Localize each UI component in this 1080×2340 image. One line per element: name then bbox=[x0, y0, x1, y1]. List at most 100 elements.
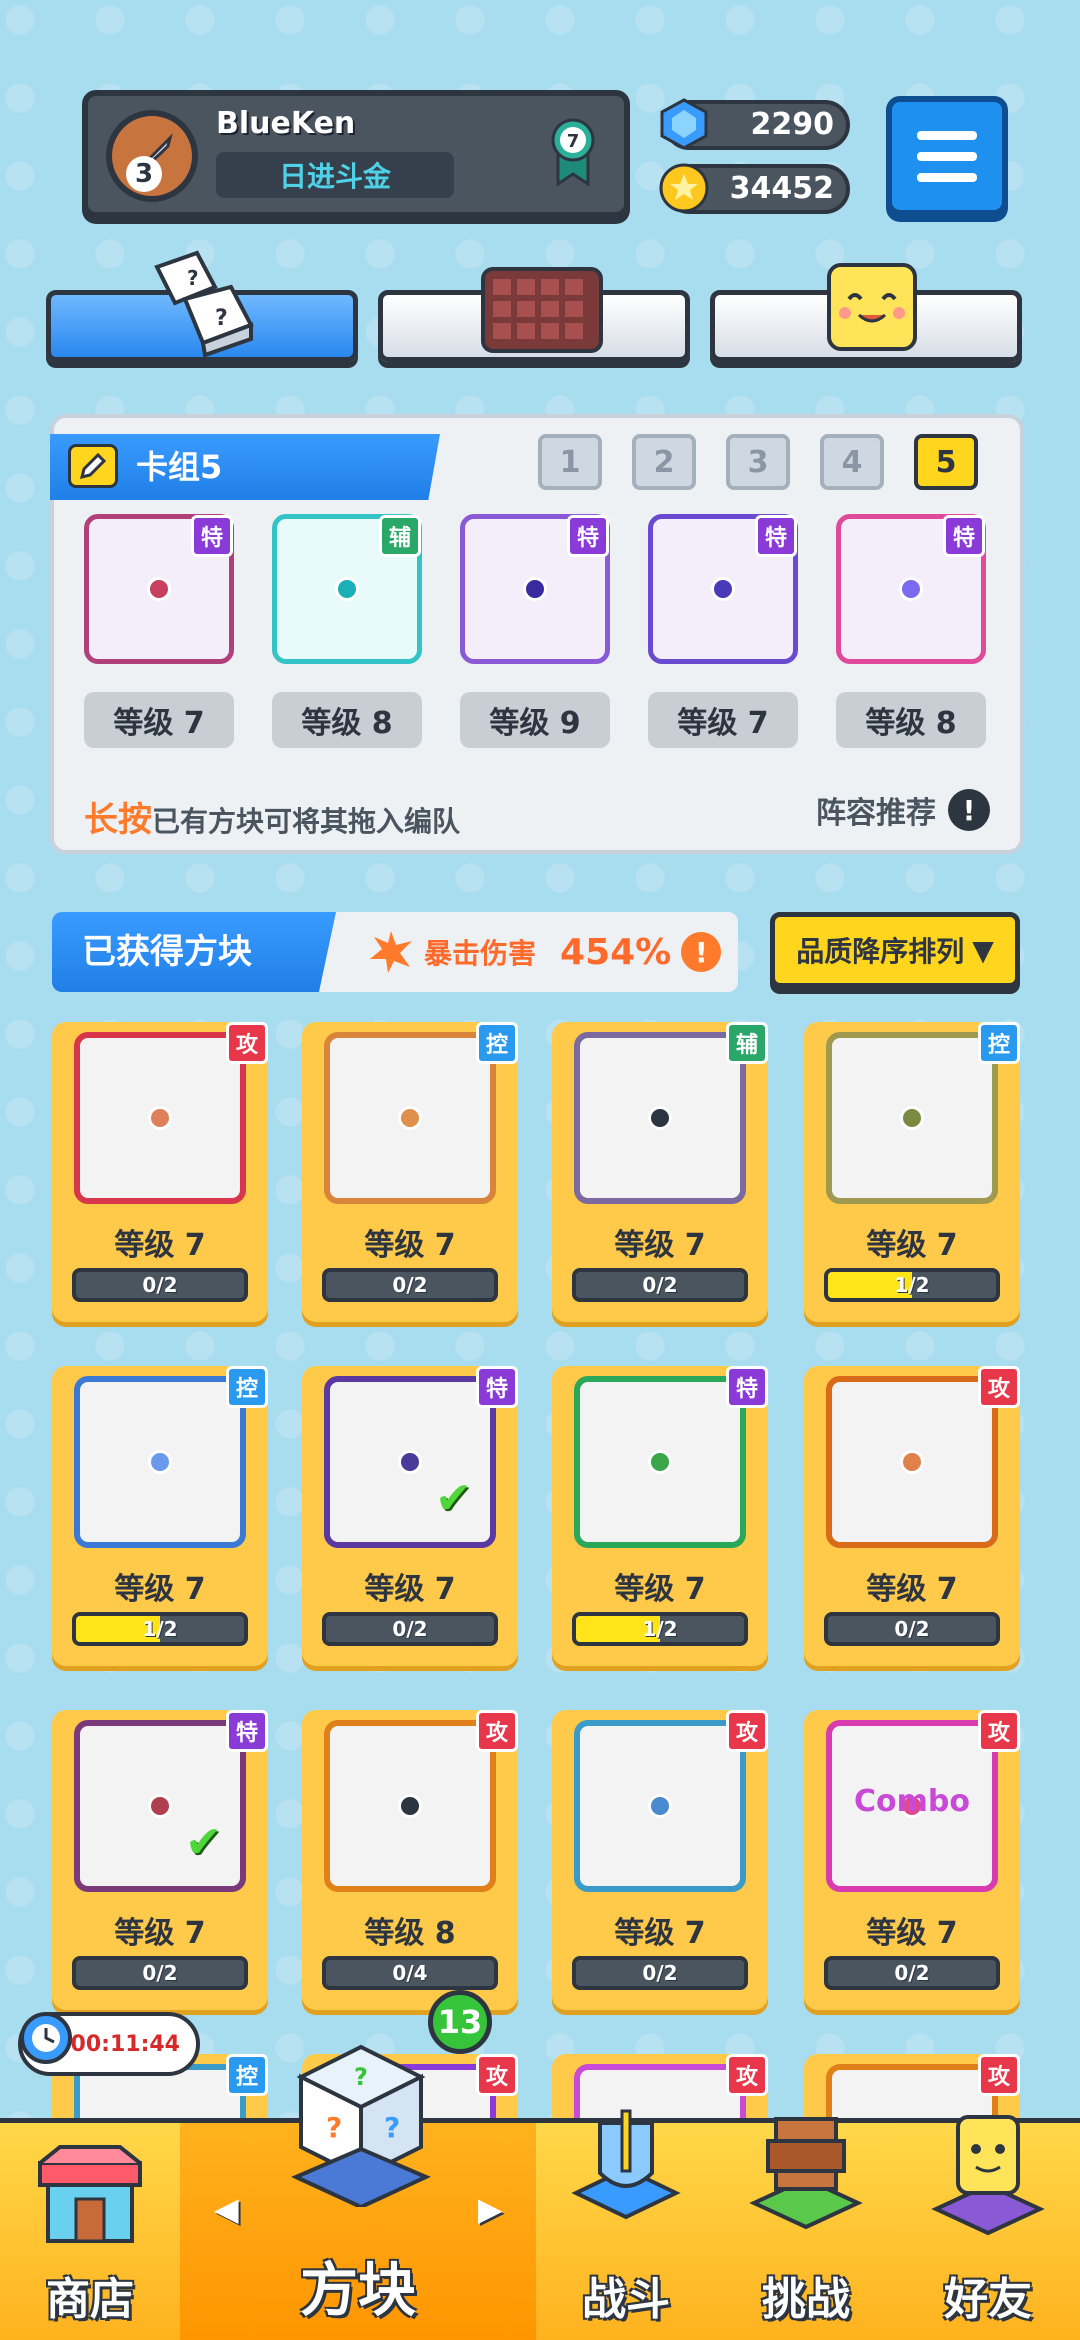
card-center-dot bbox=[148, 1106, 172, 1130]
block-card[interactable]: 攻等级 7 0/2 bbox=[552, 1710, 768, 2010]
deck-card-level: 等级 7 bbox=[648, 692, 798, 748]
nav-shop[interactable]: 商店 bbox=[0, 2123, 180, 2340]
block-card[interactable]: 控等级 7 1/2 bbox=[804, 1022, 1020, 1322]
block-card[interactable]: ✔ 特等级 7 0/2 bbox=[52, 1710, 268, 2010]
block-card-art bbox=[74, 1032, 246, 1204]
block-card-art bbox=[574, 1376, 746, 1548]
card-center-dot bbox=[147, 577, 171, 601]
tab-board[interactable] bbox=[378, 267, 690, 362]
deck-number-3[interactable]: 3 bbox=[726, 434, 790, 490]
tab-dice[interactable]: ? ? bbox=[46, 250, 358, 362]
gem-counter[interactable]: 2290 bbox=[660, 98, 850, 150]
deck-panel: 卡组5 1 2 3 4 5 特等级 7 辅等级 8 特等级 9 特等级 7 特等级 8 … bbox=[50, 414, 1024, 854]
nav-left-arrow-icon[interactable]: ◀ bbox=[214, 2190, 239, 2228]
nav-blocks-label: 方块 bbox=[299, 2256, 416, 2324]
coin-icon bbox=[659, 163, 709, 213]
card-center-dot bbox=[335, 577, 359, 601]
upgrade-progress-bar: 0/2 bbox=[824, 1612, 1000, 1646]
rank-ribbon-icon[interactable]: 7 bbox=[548, 116, 598, 186]
card-type-badge: 攻 bbox=[726, 1710, 768, 1752]
deck-card[interactable]: 特 bbox=[84, 514, 234, 664]
block-card-art bbox=[74, 1376, 246, 1548]
block-card-art bbox=[574, 1720, 746, 1892]
player-avatar[interactable]: 3 bbox=[106, 110, 198, 202]
block-card-art: ✔ bbox=[324, 1376, 496, 1548]
bottom-nav: 商店 ? ? ? 方块 战斗 挑战 好友 bbox=[0, 2044, 1080, 2340]
deck-card[interactable]: 特 bbox=[460, 514, 610, 664]
card-type-badge: 特 bbox=[567, 515, 609, 557]
upgrade-progress-bar: 0/2 bbox=[322, 1612, 498, 1646]
deck-number-2[interactable]: 2 bbox=[632, 434, 696, 490]
block-card-level: 等级 7 bbox=[364, 1572, 456, 1607]
nav-friends[interactable]: 好友 bbox=[896, 2115, 1080, 2340]
block-card[interactable]: 攻等级 7 0/2 bbox=[52, 1022, 268, 1322]
upgrade-progress-bar: 0/2 bbox=[322, 1268, 498, 1302]
deck-number-1[interactable]: 1 bbox=[538, 434, 602, 490]
svg-text:?: ? bbox=[326, 2111, 342, 2144]
block-card-level: 等级 7 bbox=[614, 1916, 706, 1951]
block-card[interactable]: 控等级 7 1/2 bbox=[52, 1366, 268, 1666]
main-menu-button[interactable] bbox=[886, 96, 1008, 216]
block-card[interactable]: 控等级 7 0/2 bbox=[302, 1022, 518, 1322]
nav-shop-label: 商店 bbox=[46, 2274, 134, 2325]
board-icon bbox=[481, 267, 603, 353]
hint-rest: 已有方块可将其拖入编队 bbox=[152, 805, 461, 838]
deck-card-level: 等级 8 bbox=[836, 692, 986, 748]
nav-blocks[interactable]: ? ? ? 方块 bbox=[180, 2044, 536, 2340]
drag-hint: 长按已有方块可将其拖入编队 bbox=[84, 792, 460, 841]
progress-text: 0/2 bbox=[142, 1961, 178, 1985]
block-card-level: 等级 7 bbox=[114, 1572, 206, 1607]
shop-refresh-timer: 00:11:44 bbox=[18, 2012, 200, 2076]
tab-character[interactable] bbox=[710, 263, 1022, 362]
block-card-art bbox=[574, 1032, 746, 1204]
nav-challenge[interactable]: 挑战 bbox=[716, 2117, 896, 2340]
progress-text: 0/2 bbox=[894, 1617, 930, 1641]
block-card[interactable]: ✔ 特等级 7 0/2 bbox=[302, 1366, 518, 1666]
block-card-art bbox=[324, 1720, 496, 1892]
coin-counter[interactable]: 34452 bbox=[659, 163, 850, 214]
equipped-check-icon: ✔ bbox=[435, 1473, 472, 1524]
upgrade-progress-bar: 1/2 bbox=[824, 1268, 1000, 1302]
clock-icon bbox=[20, 2012, 72, 2064]
card-center-dot bbox=[523, 577, 547, 601]
card-type-badge: 辅 bbox=[726, 1022, 768, 1064]
upgrade-progress-bar: 0/2 bbox=[824, 1956, 1000, 1990]
dice-icon: ? ? bbox=[154, 250, 254, 357]
friends-icon bbox=[931, 2115, 1045, 2236]
svg-text:?: ? bbox=[354, 2063, 368, 2091]
deck-card[interactable]: 特 bbox=[836, 514, 986, 664]
blocks-notification-badge: 13 bbox=[428, 1990, 492, 2054]
menu-icon-line bbox=[917, 130, 977, 140]
gem-icon bbox=[660, 98, 708, 150]
nav-right-arrow-icon[interactable]: ▶ bbox=[478, 2190, 503, 2228]
player-profile-panel[interactable]: 3 BlueKen 日进斗金 7 bbox=[82, 90, 630, 218]
block-card-level: 等级 7 bbox=[866, 1228, 958, 1263]
card-type-badge: 攻 bbox=[476, 2054, 518, 2096]
deck-card[interactable]: 特 bbox=[648, 514, 798, 664]
deck-card-level: 等级 8 bbox=[272, 692, 422, 748]
progress-text: 0/2 bbox=[642, 1273, 678, 1297]
lineup-recommend-button[interactable]: 阵容推荐 ! bbox=[816, 788, 990, 832]
block-card-level: 等级 7 bbox=[614, 1572, 706, 1607]
block-card[interactable]: 特等级 7 1/2 bbox=[552, 1366, 768, 1666]
player-title: 日进斗金 bbox=[216, 152, 454, 198]
block-card[interactable]: Combo 攻等级 7 0/2 bbox=[804, 1710, 1020, 2010]
deck-number-4[interactable]: 4 bbox=[820, 434, 884, 490]
block-card[interactable]: 辅等级 7 0/2 bbox=[552, 1022, 768, 1322]
crit-damage-label: 暴击伤害 bbox=[424, 937, 537, 970]
block-card[interactable]: 攻等级 8 0/4 bbox=[302, 1710, 518, 2010]
svg-text:?: ? bbox=[187, 266, 199, 290]
deck-card[interactable]: 辅 bbox=[272, 514, 422, 664]
sort-label: 品质降序排列 bbox=[796, 935, 965, 968]
burst-icon bbox=[370, 931, 412, 973]
block-card-level: 等级 7 bbox=[866, 1916, 958, 1951]
edit-deck-button[interactable] bbox=[68, 444, 118, 488]
deck-number-5[interactable]: 5 bbox=[914, 434, 978, 490]
sort-dropdown[interactable]: 品质降序排列 ▼ bbox=[770, 912, 1020, 988]
nav-battle-label: 战斗 bbox=[582, 2274, 670, 2325]
block-card[interactable]: 攻等级 7 0/2 bbox=[804, 1366, 1020, 1666]
crit-damage-stat[interactable]: 暴击伤害 454% ! bbox=[368, 912, 722, 992]
progress-text: 0/2 bbox=[392, 1273, 428, 1297]
menu-icon-line bbox=[917, 172, 977, 182]
nav-battle[interactable]: 战斗 bbox=[536, 2109, 716, 2340]
